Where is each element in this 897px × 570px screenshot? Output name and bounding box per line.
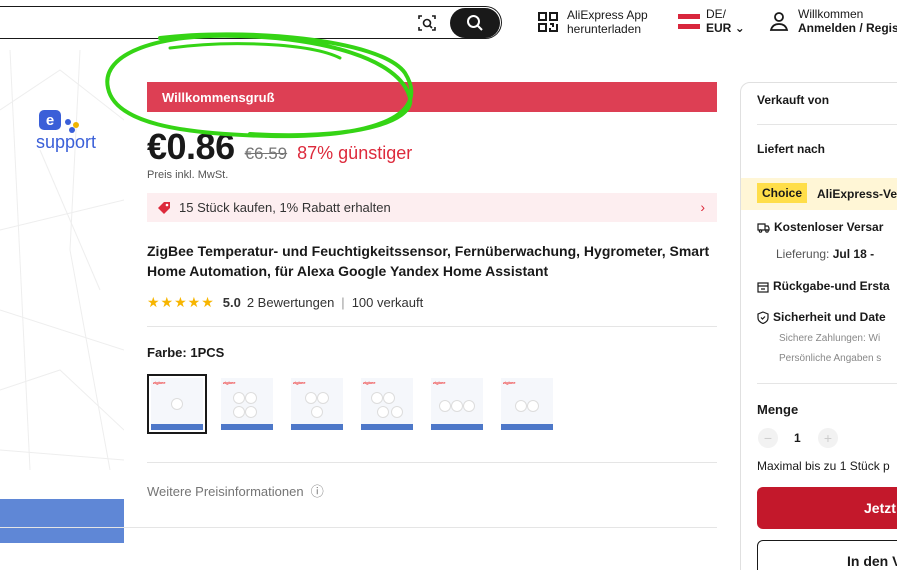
quantity-increase-button[interactable]: + xyxy=(818,428,838,448)
divider xyxy=(757,124,897,125)
user-icon xyxy=(769,12,789,31)
color-option-thumb[interactable]: zigbee xyxy=(427,374,487,434)
camera-scan-icon xyxy=(418,15,436,31)
color-option-thumb[interactable]: zigbee xyxy=(357,374,417,434)
welcome-text: Willkommen xyxy=(798,7,864,21)
image-caption-band xyxy=(0,499,124,543)
buy-now-button[interactable]: Jetzt xyxy=(757,487,897,529)
divider xyxy=(147,462,717,463)
return-box-icon xyxy=(757,281,769,293)
discount-label: 87% günstiger xyxy=(297,143,413,163)
choice-row: Choice AliExpress-Ve xyxy=(741,178,897,210)
review-count-link[interactable]: 2 Bewertungen xyxy=(247,295,334,310)
security-row[interactable]: Sicherheit und Date xyxy=(757,310,886,325)
quantity-value[interactable]: 1 xyxy=(794,431,801,445)
sold-by-label: Verkauft von xyxy=(757,93,830,107)
language-currency-selector[interactable]: DE/ EUR ⌄ xyxy=(678,7,745,35)
price-tag-icon xyxy=(157,201,171,215)
shield-icon xyxy=(757,311,769,325)
welcome-deal-banner: Willkommensgruß xyxy=(147,82,717,112)
free-shipping-row[interactable]: Kostenloser Versar xyxy=(757,220,883,234)
divider xyxy=(757,383,897,384)
choice-badge: Choice xyxy=(757,183,808,203)
color-option-thumb[interactable]: zigbee xyxy=(147,374,207,434)
color-option-thumb[interactable]: zigbee xyxy=(287,374,347,434)
price-row: €0.86 €6.59 87% günstiger xyxy=(147,126,412,168)
truck-icon xyxy=(757,222,770,234)
sold-count: 100 verkauft xyxy=(351,295,424,310)
search-icon xyxy=(467,15,483,31)
color-option-label: Farbe: 1PCS xyxy=(147,345,225,360)
currency-label: EUR xyxy=(706,21,732,35)
add-to-cart-button[interactable]: In den V xyxy=(757,540,897,570)
brand-logo: e support xyxy=(36,108,108,159)
qr-code-icon xyxy=(538,12,558,32)
star-rating-icon: ★★★★★ xyxy=(147,294,215,310)
bulk-discount-promo[interactable]: 15 Stück kaufen, 1% Rabatt erhalten › xyxy=(147,193,717,222)
more-price-info-link[interactable]: Weitere Preisinformationen ⓘ xyxy=(147,481,324,500)
vat-note: Preis inkl. MwSt. xyxy=(147,169,229,181)
austria-flag-icon xyxy=(678,13,700,29)
delivery-estimate: Lieferung: Jul 18 - xyxy=(776,247,875,261)
svg-text:e: e xyxy=(46,112,54,129)
color-option-thumb[interactable]: zigbee xyxy=(497,374,557,434)
purchase-panel: Verkauft von Liefert nach Choice AliExpr… xyxy=(740,82,897,570)
account-menu[interactable]: Willkommen Anmelden / Regist xyxy=(768,7,897,35)
top-header: AliExpress App herunterladen DE/ EUR ⌄ W… xyxy=(0,0,897,50)
current-price: €0.86 xyxy=(147,126,235,167)
info-icon: ⓘ xyxy=(307,484,324,499)
ship-to-label[interactable]: Liefert nach xyxy=(757,142,825,156)
rating-score: 5.0 xyxy=(222,295,241,310)
divider xyxy=(0,527,717,528)
original-price: €6.59 xyxy=(244,144,288,163)
divider xyxy=(147,326,717,327)
chevron-down-icon: ⌄ xyxy=(734,21,745,35)
svg-text:support: support xyxy=(36,132,96,152)
choice-text: AliExpress-Ve xyxy=(817,187,897,201)
product-image-gallery[interactable]: e support xyxy=(0,50,124,570)
login-register-link[interactable]: Anmelden / Regist xyxy=(798,21,897,35)
app-download-line1: AliExpress App xyxy=(567,8,648,22)
language-label: DE/ xyxy=(706,7,727,21)
quantity-decrease-button[interactable]: − xyxy=(758,428,778,448)
search-button[interactable] xyxy=(450,8,500,38)
chevron-right-icon: › xyxy=(700,199,705,215)
product-title: ZigBee Temperatur- und Feuchtigkeitssens… xyxy=(147,243,710,279)
more-price-info-text: Weitere Preisinformationen xyxy=(147,484,304,499)
secure-payments-text: Sichere Zahlungen: Wi xyxy=(779,333,881,344)
personal-data-text: Persönliche Angaben s xyxy=(779,353,882,364)
image-search-button[interactable] xyxy=(414,11,440,35)
color-option-list: zigbee zigbee zigbee zigbee zigbee zigbe… xyxy=(147,374,557,434)
quantity-label: Menge xyxy=(757,402,799,417)
app-download-line2: herunterladen xyxy=(567,22,642,36)
returns-row[interactable]: Rückgabe-und Ersta xyxy=(757,279,890,293)
promo-text: 15 Stück kaufen, 1% Rabatt erhalten xyxy=(179,200,391,215)
separator: | xyxy=(341,295,345,310)
rating-summary[interactable]: ★★★★★ 5.0 2 Bewertungen | 100 verkauft xyxy=(147,294,423,311)
app-download-link[interactable]: AliExpress App herunterladen xyxy=(537,8,648,36)
max-quantity-note: Maximal bis zu 1 Stück p xyxy=(757,459,890,473)
color-option-thumb[interactable]: zigbee xyxy=(217,374,277,434)
